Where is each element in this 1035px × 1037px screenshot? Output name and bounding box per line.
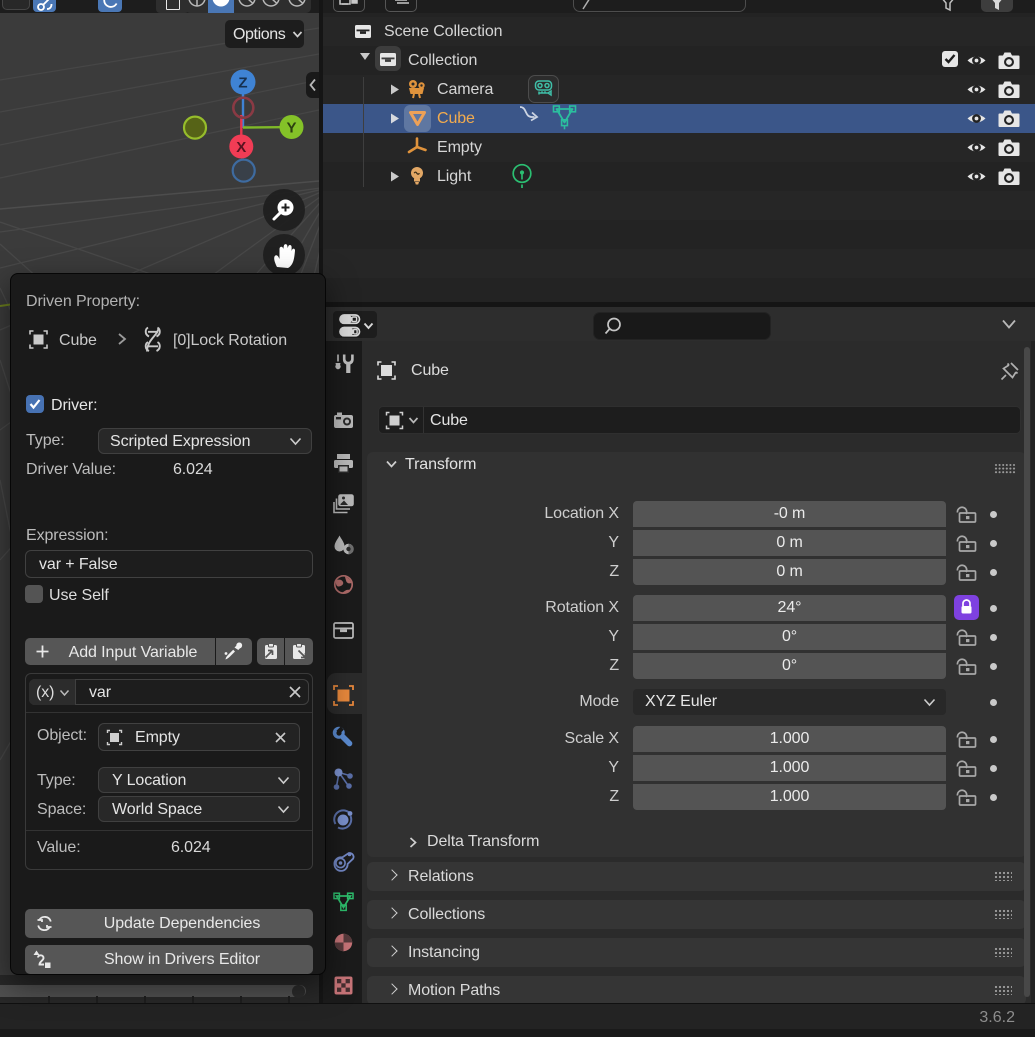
svg-text:Z: Z bbox=[238, 75, 247, 92]
svg-text:Y: Y bbox=[286, 120, 296, 137]
svg-text:X: X bbox=[236, 139, 246, 156]
